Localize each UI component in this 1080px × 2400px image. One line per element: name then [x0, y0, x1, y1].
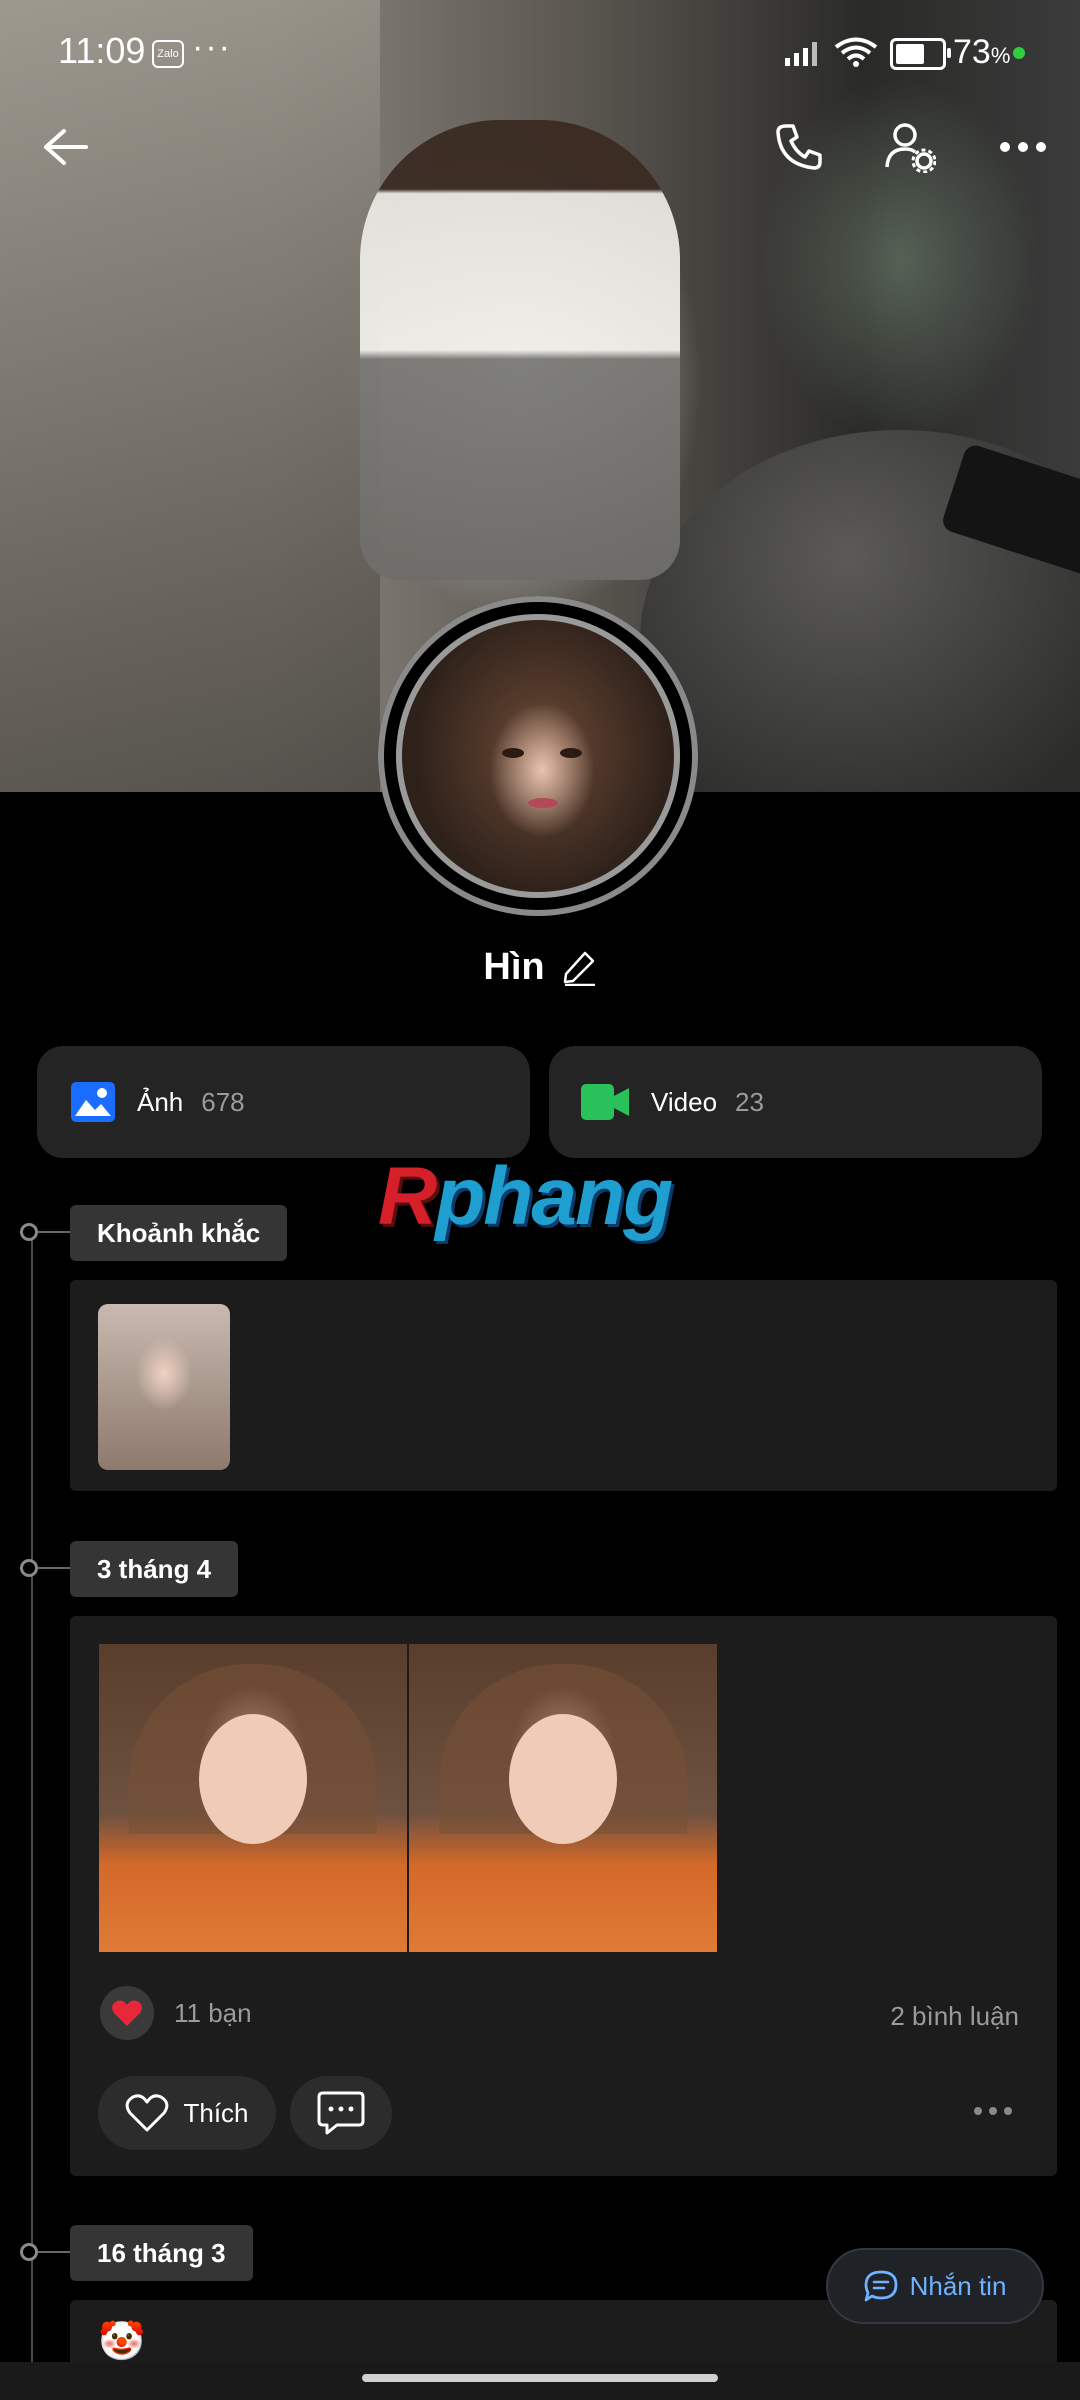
reactions-summary[interactable]: 11 bạn	[100, 1986, 252, 2040]
timeline-connector	[38, 1567, 70, 1569]
moment-thumbnail[interactable]	[98, 1304, 230, 1470]
comment-bubble-icon	[317, 2091, 365, 2135]
status-bar: 11:09 Zalo ··· 73%	[0, 0, 1080, 105]
timeline-line	[31, 1232, 33, 2400]
video-label: Video	[651, 1086, 718, 1117]
call-button[interactable]	[764, 112, 834, 182]
home-indicator[interactable]	[362, 2374, 718, 2382]
heart-reaction-icon	[100, 1986, 154, 2040]
profile-name-row: Hìn	[0, 946, 1080, 989]
video-camera-icon	[581, 1084, 629, 1120]
timeline-node	[20, 2243, 38, 2261]
profile-name: Hìn	[483, 946, 545, 988]
post-date-label: 16 tháng 3	[70, 2225, 253, 2281]
like-button[interactable]: Thích	[98, 2076, 276, 2150]
photos-count: 678	[201, 1086, 245, 1117]
timeline-connector	[38, 2251, 70, 2253]
timeline-node	[20, 1223, 38, 1241]
photo-face	[509, 1714, 617, 1844]
back-button[interactable]	[30, 112, 100, 182]
heart-outline-icon	[126, 2094, 169, 2132]
profile-settings-icon	[885, 123, 936, 173]
edit-name-icon[interactable]	[563, 950, 597, 986]
timeline-node	[20, 1559, 38, 1577]
battery-icon	[890, 38, 951, 70]
like-label: Thích	[183, 2097, 249, 2128]
battery-percent: 73%	[953, 33, 1011, 71]
comment-button[interactable]	[290, 2076, 392, 2150]
timeline-connector	[38, 1231, 70, 1233]
post-more-icon[interactable]	[973, 2106, 1013, 2116]
profile-settings-button[interactable]	[875, 112, 945, 182]
video-count: 23	[735, 1086, 764, 1117]
photos-label: Ảnh	[137, 1086, 184, 1117]
avatar[interactable]	[396, 614, 680, 898]
moments-header: Khoảnh khắc	[70, 1205, 288, 1261]
moments-card	[70, 1280, 1057, 1491]
signal-icon	[785, 42, 817, 66]
privacy-indicator-dot	[1013, 47, 1025, 59]
back-arrow-icon	[44, 129, 88, 165]
phone-call-icon	[776, 124, 822, 170]
watermark-logo: Rphang	[378, 1151, 673, 1242]
battery-fill	[896, 44, 924, 64]
cover-figure	[360, 120, 680, 580]
reactions-count: 11 bạn	[174, 1997, 252, 2028]
post-date-label: 3 tháng 4	[70, 1541, 239, 1597]
photo-face	[199, 1714, 307, 1844]
comments-count[interactable]: 2 bình luận	[890, 2001, 1019, 2032]
avatar-lips	[528, 798, 558, 808]
status-overflow-icon: ···	[192, 28, 232, 66]
message-label: Nhắn tin	[909, 2270, 1007, 2301]
avatar-eyes	[502, 748, 582, 760]
chat-bubble-icon	[864, 2270, 897, 2302]
wifi-icon	[834, 37, 878, 67]
zalo-notification-icon: Zalo	[152, 40, 184, 68]
post-photo[interactable]	[99, 1644, 407, 1952]
post-card: 11 bạn 2 bình luận Thích	[70, 1616, 1057, 2176]
clown-emoji: 🤡	[98, 2321, 146, 2363]
status-time: 11:09	[58, 30, 146, 71]
photo-gallery-icon	[71, 1082, 115, 1122]
message-button[interactable]: Nhắn tin	[826, 2248, 1044, 2324]
more-options-button[interactable]	[988, 112, 1058, 182]
more-options-icon	[1000, 142, 1046, 152]
video-button[interactable]: Video 23	[549, 1046, 1042, 1158]
post-photo[interactable]	[409, 1644, 717, 1952]
photos-button[interactable]: Ảnh 678	[37, 1046, 530, 1158]
